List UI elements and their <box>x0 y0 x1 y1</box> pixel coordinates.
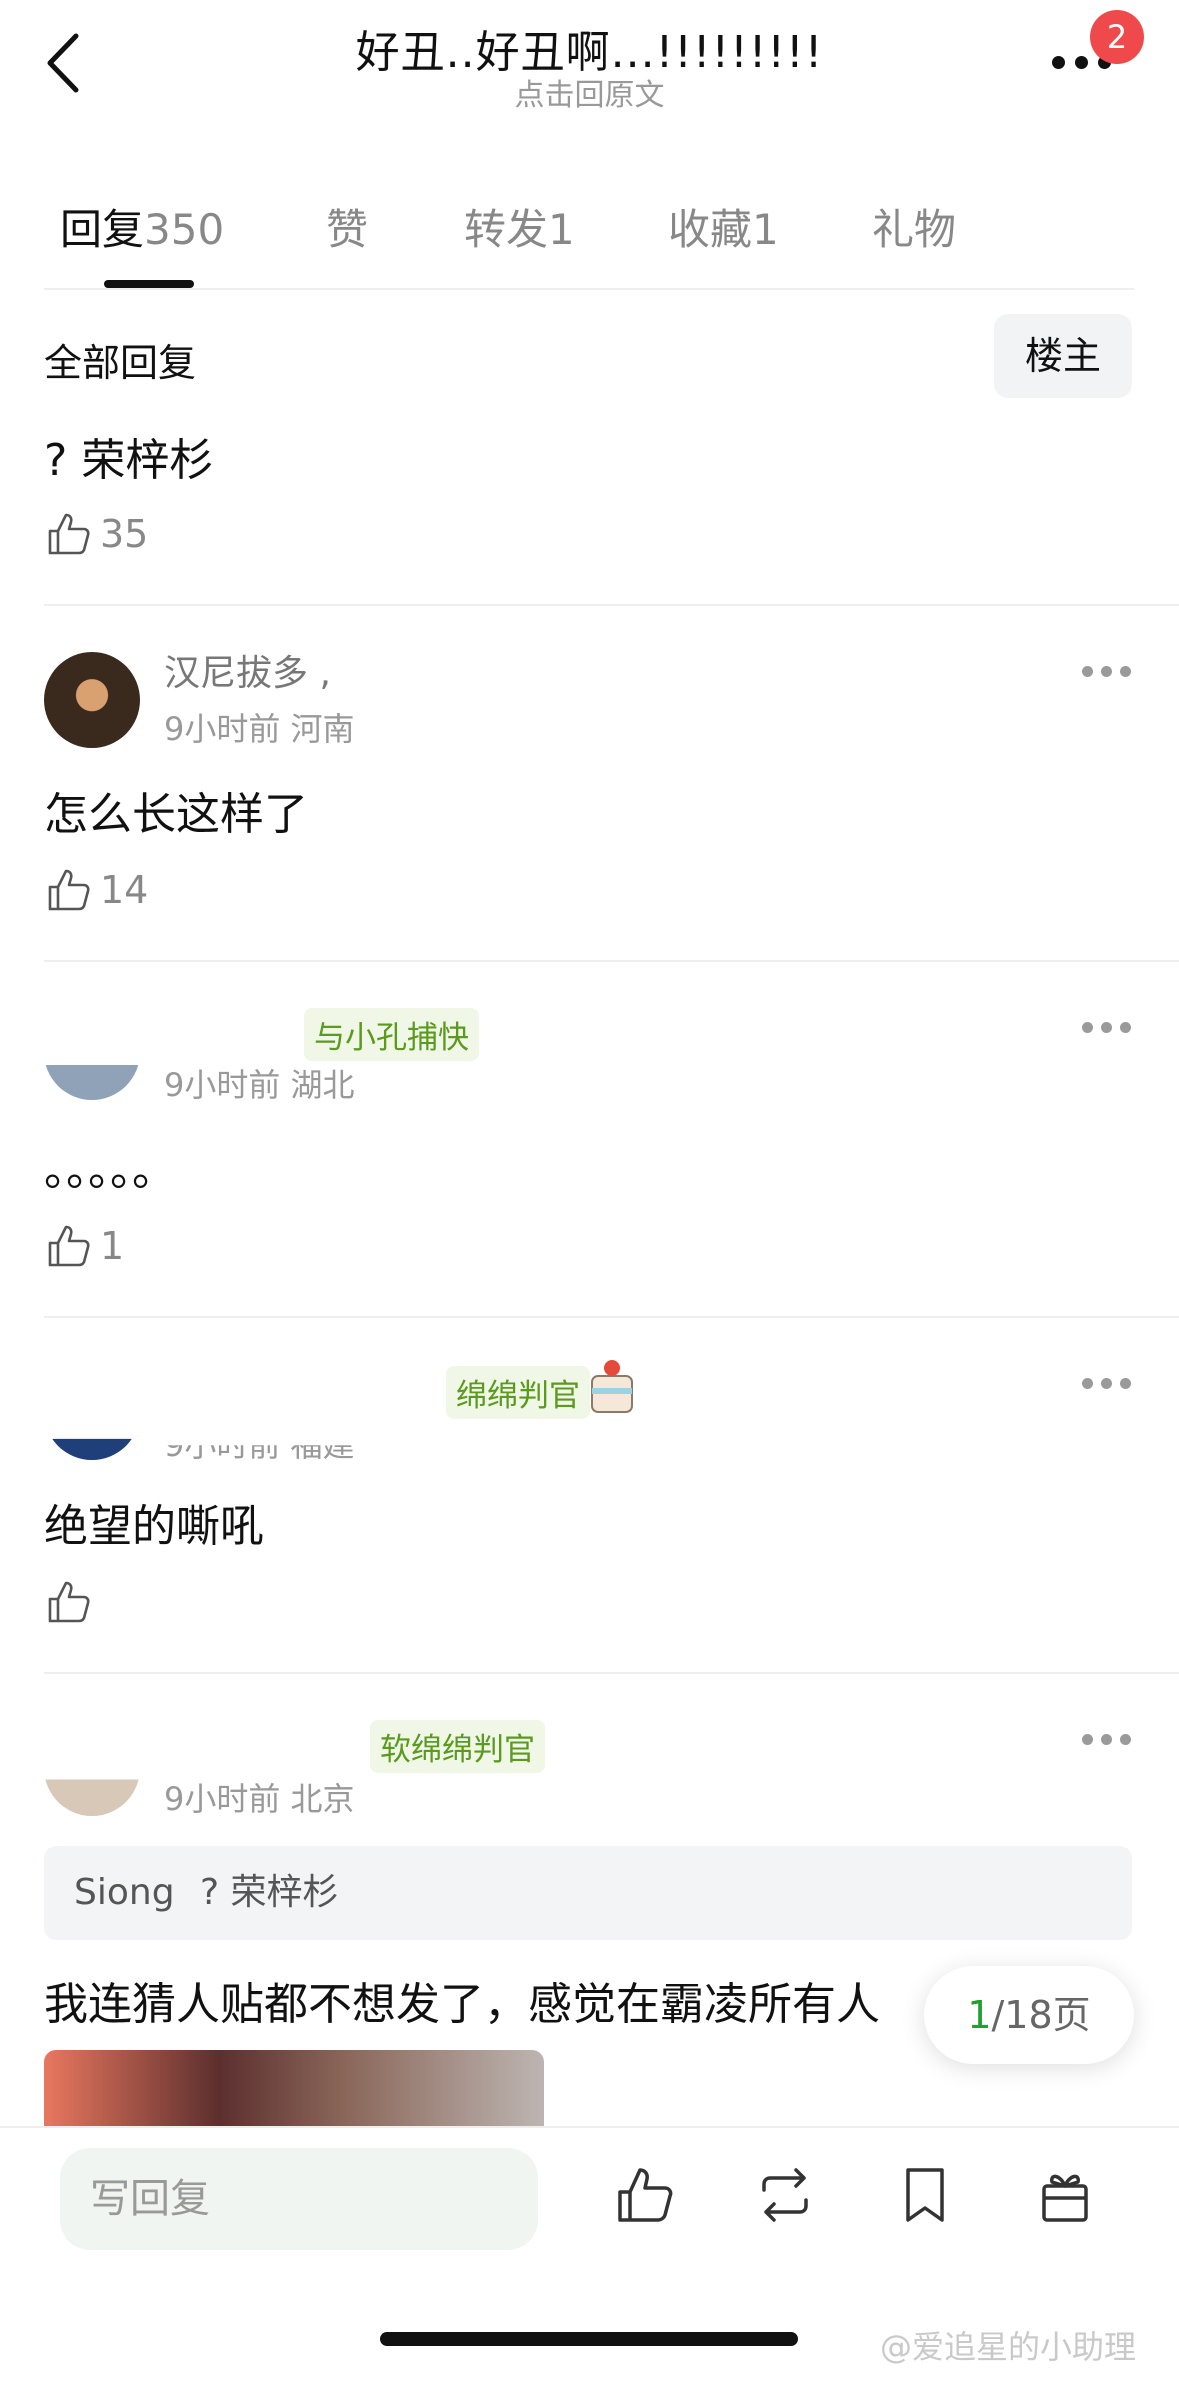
like-button[interactable] <box>44 1576 100 1628</box>
tab-gifts-label: 礼物 <box>872 205 957 254</box>
like-button[interactable]: 1 <box>44 1220 124 1272</box>
user-badge: 绵绵判官 <box>446 1366 590 1419</box>
reply-meta: 9小时前 福建 <box>164 1426 355 1464</box>
active-tab-indicator <box>104 280 194 288</box>
reply-meta: 9小时前 北京 <box>164 1780 355 1818</box>
reply-text: 怎么长这样了 <box>44 789 308 840</box>
reply-input[interactable]: 写回复 <box>60 2148 538 2250</box>
tab-favorites[interactable]: 收藏1 <box>668 196 779 257</box>
divider <box>44 960 1179 962</box>
reply-more-icon[interactable] <box>1082 1022 1132 1034</box>
thumbs-up-icon <box>48 1225 90 1267</box>
like-count: 14 <box>100 868 149 912</box>
watermark: @爱追星的小助理 <box>880 2328 1137 2366</box>
like-button[interactable]: 14 <box>44 864 148 916</box>
tab-favorites-count: 1 <box>752 205 779 254</box>
avatar[interactable] <box>44 1065 140 1100</box>
tab-likes-label: 赞 <box>326 205 369 254</box>
tab-reposts-label: 转发 <box>464 205 549 254</box>
quoted-text: ? 荣梓杉 <box>200 1872 339 1913</box>
reply-image[interactable] <box>44 2050 544 2126</box>
avatar[interactable] <box>44 1779 140 1816</box>
thumbs-up-icon <box>48 869 90 911</box>
cake-icon <box>591 1360 633 1413</box>
notification-badge: 2 <box>1090 10 1144 64</box>
like-count: 1 <box>100 1224 125 1268</box>
bookmark-icon[interactable] <box>890 2160 960 2230</box>
divider <box>44 604 1179 606</box>
quoted-reply[interactable]: Siong ? 荣梓杉 <box>44 1846 1132 1940</box>
quoted-user: Siong <box>74 1872 175 1913</box>
all-replies-label: 全部回复 <box>44 341 197 385</box>
like-count: 35 <box>100 512 149 556</box>
thumbs-up-icon <box>48 513 90 555</box>
tab-replies[interactable]: 回复350 <box>60 196 224 257</box>
repost-icon[interactable] <box>750 2160 820 2230</box>
reply-text: ? 荣梓杉 <box>44 435 214 486</box>
like-icon[interactable] <box>610 2160 680 2230</box>
reply-more-icon[interactable] <box>1082 1734 1132 1746</box>
tab-favorites-label: 收藏 <box>668 205 753 254</box>
reply-text: 我连猜人贴都不想发了，感觉在霸凌所有人 <box>44 1979 880 2030</box>
current-page: 1 <box>967 1993 992 2037</box>
divider <box>44 1316 1179 1318</box>
reply-more-icon[interactable] <box>1082 1378 1132 1390</box>
divider <box>44 1672 1179 1674</box>
tab-reposts[interactable]: 转发1 <box>464 196 575 257</box>
op-only-button[interactable]: 楼主 <box>994 314 1132 398</box>
reply-text: 绝望的嘶吼 <box>44 1501 264 1552</box>
gift-icon[interactable] <box>1030 2160 1100 2230</box>
page-indicator[interactable]: 1/18页 <box>924 1966 1134 2064</box>
like-button[interactable]: 35 <box>44 508 148 560</box>
username[interactable]: 汉尼拔多 , <box>164 644 331 696</box>
avatar[interactable] <box>44 652 140 748</box>
reply-meta: 9小时前 河南 <box>164 710 355 748</box>
tab-reposts-count: 1 <box>548 205 575 254</box>
total-pages: /18页 <box>991 1993 1091 2037</box>
tab-replies-count: 350 <box>144 205 225 254</box>
reply-text: 。。。。。 <box>44 1145 176 1196</box>
avatar[interactable] <box>44 1438 140 1460</box>
tab-likes[interactable]: 赞 <box>326 196 368 257</box>
reply-meta: 9小时前 湖北 <box>164 1066 355 1104</box>
user-badge: 与小孔捕快 <box>304 1008 479 1061</box>
tab-replies-label: 回复 <box>60 205 145 254</box>
home-indicator[interactable] <box>380 2332 798 2346</box>
thumbs-up-icon <box>48 1581 90 1623</box>
tab-gifts[interactable]: 礼物 <box>872 196 956 257</box>
back-to-original-link[interactable]: 点击回原文 <box>0 70 1179 114</box>
divider <box>44 288 1134 290</box>
user-badge: 软绵绵判官 <box>370 1720 545 1773</box>
reply-more-icon[interactable] <box>1082 666 1132 678</box>
